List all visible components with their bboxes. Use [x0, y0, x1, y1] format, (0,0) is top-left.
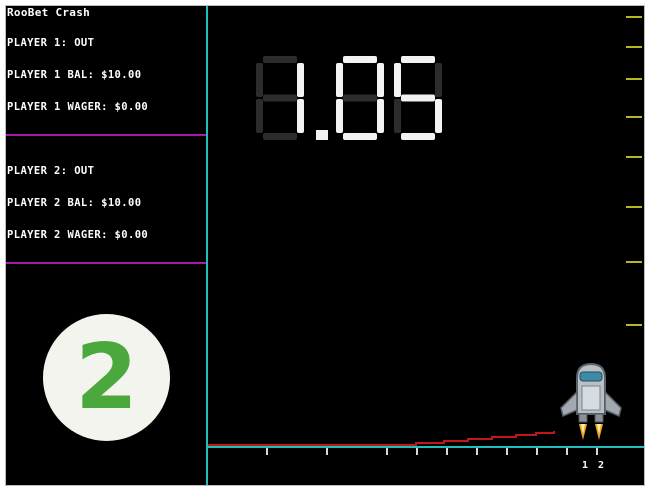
game-canvas[interactable]: RooBet Crash PLAYER 1: OUT PLAYER 1 BAL:… — [5, 5, 645, 486]
rocket-icon — [560, 362, 622, 440]
crash-curve — [208, 431, 555, 446]
